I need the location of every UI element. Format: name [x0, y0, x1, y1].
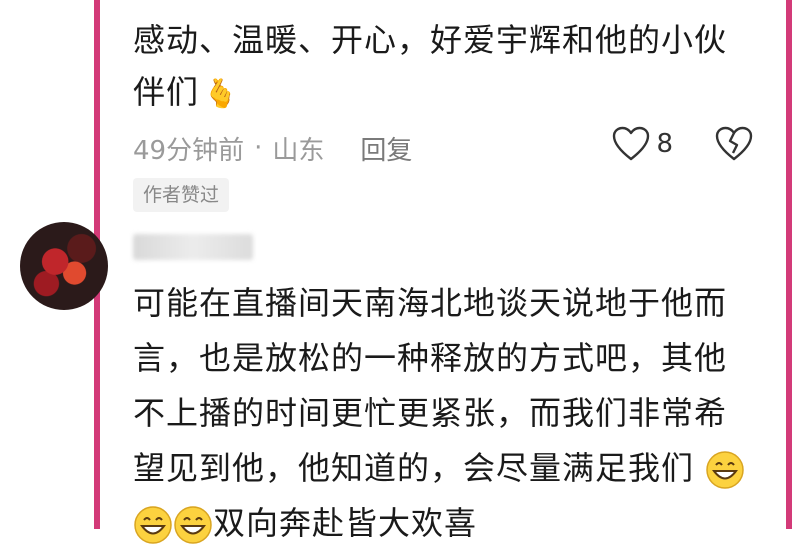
comment-1-time: 49分钟前 [133, 135, 245, 166]
comment-1-line-2: 伴们 [133, 73, 200, 111]
comment-2-line-5-wrap: 双向奔赴皆大欢喜 [133, 496, 753, 551]
username-redacted[interactable] [133, 234, 253, 260]
comment-1-body: 感动、温暖、开心，好爱宇辉和他的小伙 伴们 🫰 [133, 14, 733, 120]
finger-heart-emoji-icon: 🫰 [203, 77, 239, 110]
grin-emoji-icon [174, 506, 212, 544]
grin-emoji-icon [134, 506, 172, 544]
comment-1-line-2-wrap: 伴们 🫰 [133, 66, 733, 120]
comment-1-location: 山东 [272, 135, 325, 166]
comment-2-line-4: 望见到他，他知道的，会尽量满足我们 [133, 449, 695, 487]
heart-outline-icon [613, 126, 650, 161]
author-liked-badge: 作者赞过 [133, 178, 230, 212]
meta-separator: · [254, 133, 263, 163]
like-button[interactable]: 8 [612, 126, 673, 162]
broken-heart-icon[interactable] [715, 126, 753, 162]
comment-2-line-2: 言，也是放松的一种释放的方式吧，其他 [133, 339, 728, 377]
comment-2-line-3: 不上播的时间更忙更紧张，而我们非常希 [133, 394, 728, 432]
frame-right-border [786, 0, 792, 529]
avatar[interactable] [20, 222, 108, 310]
comment-2-line-1: 可能在直播间天南海北地谈天说地于他而 [133, 284, 728, 322]
comment-2-line-4-wrap: 望见到他，他知道的，会尽量满足我们 [133, 441, 753, 496]
like-count: 8 [656, 129, 673, 159]
reply-button[interactable]: 回复 [360, 130, 412, 167]
comment-2-body: 可能在直播间天南海北地谈天说地于他而 言，也是放松的一种释放的方式吧，其他 不上… [133, 276, 753, 551]
comment-1-meta: 49分钟前 · 山东 回复 8 [133, 126, 753, 170]
comment-2-line-5: 双向奔赴皆大欢喜 [213, 504, 478, 542]
grin-emoji-icon [706, 451, 744, 489]
comment-1-line-1: 感动、温暖、开心，好爱宇辉和他的小伙 [133, 21, 728, 59]
